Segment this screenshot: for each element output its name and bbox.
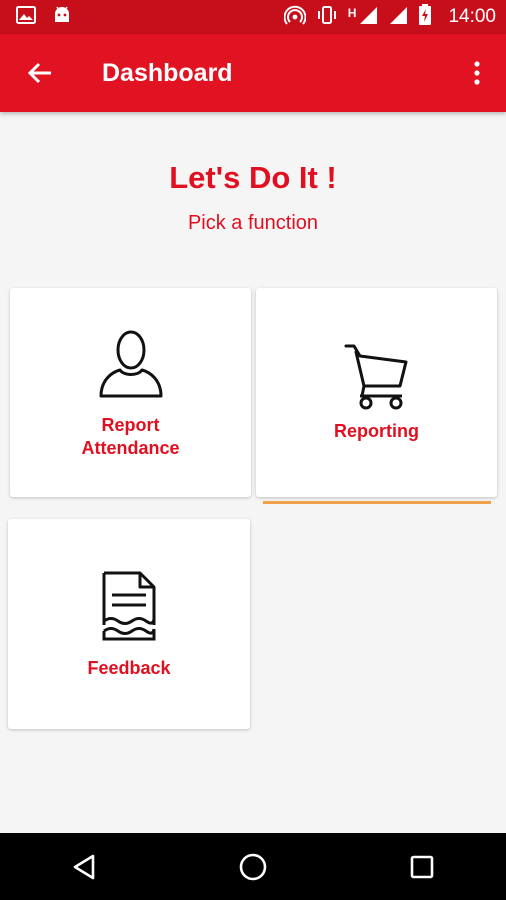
navigation-bar xyxy=(0,833,506,900)
card-label-line: Attendance xyxy=(81,438,180,458)
nav-home-button[interactable] xyxy=(223,842,283,892)
app-bar: Dashboard xyxy=(0,34,506,112)
card-label: Reporting xyxy=(334,421,419,441)
back-button[interactable] xyxy=(20,53,60,93)
nav-back-button[interactable] xyxy=(54,842,114,892)
page-title: Dashboard xyxy=(102,58,233,87)
circle-home-icon xyxy=(239,853,267,880)
nav-recents-button[interactable] xyxy=(392,842,452,892)
selection-indicator xyxy=(263,501,491,504)
square-recents-icon xyxy=(410,855,433,878)
network-type-label: H xyxy=(347,6,357,20)
feedback-card[interactable]: Feedback xyxy=(8,519,250,729)
status-time: 14:00 xyxy=(448,6,496,27)
subtitle: Pick a function xyxy=(187,212,319,234)
shopping-cart-icon xyxy=(344,344,407,410)
reporting-card[interactable]: Reporting xyxy=(256,288,497,497)
card-label: Report Attendance xyxy=(81,414,179,460)
hotspot-icon xyxy=(283,5,307,30)
card-label: Feedback xyxy=(87,658,171,678)
status-bar: H 14:00 xyxy=(0,0,506,34)
report-attendance-card[interactable]: Report Attendance xyxy=(10,288,251,497)
card-label-line: Report xyxy=(101,415,160,435)
more-vert-icon xyxy=(474,61,480,85)
status-right-icons: H 14:00 xyxy=(283,3,506,31)
triangle-back-icon xyxy=(74,854,95,879)
android-icon xyxy=(52,6,72,29)
signal-icon xyxy=(358,5,378,30)
arrow-back-icon xyxy=(27,62,51,84)
image-icon xyxy=(16,5,36,29)
status-left-icons xyxy=(0,5,72,29)
signal-icon xyxy=(388,5,408,30)
headline: Let's Do It ! xyxy=(169,160,337,195)
more-options-button[interactable] xyxy=(462,53,492,93)
document-icon xyxy=(102,571,156,641)
battery-charging-icon xyxy=(418,3,432,31)
vibrate-icon xyxy=(316,5,338,30)
person-icon xyxy=(99,330,162,398)
